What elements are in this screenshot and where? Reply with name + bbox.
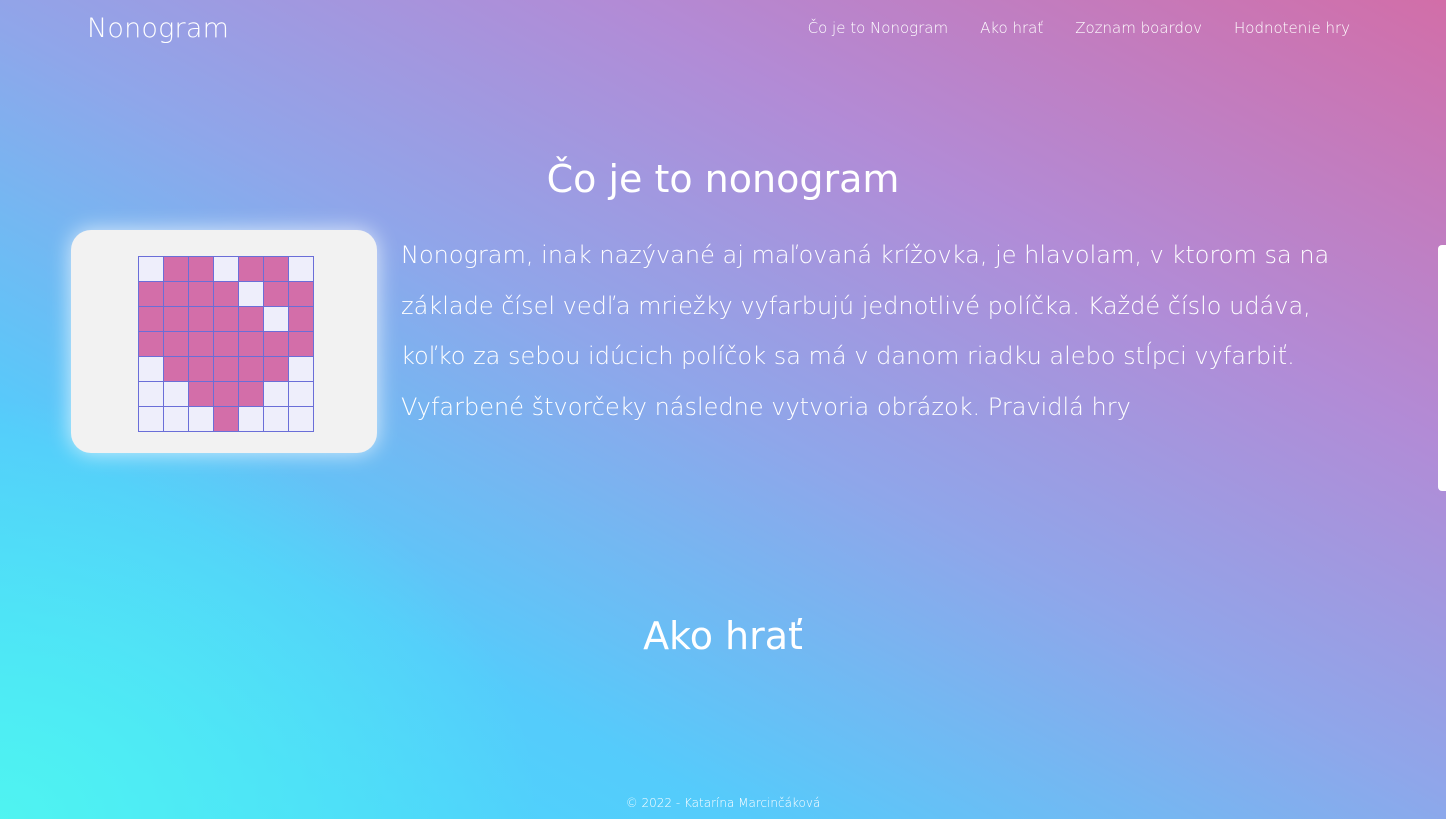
nonogram-cell-filled bbox=[264, 257, 289, 282]
nonogram-cell-filled bbox=[189, 282, 214, 307]
nonogram-cell-filled bbox=[164, 282, 189, 307]
intro-paragraph: Nonogram, inak nazývané aj maľovaná kríž… bbox=[401, 241, 1330, 421]
nonogram-cell-empty bbox=[264, 407, 289, 432]
nonogram-cell-filled bbox=[239, 357, 264, 382]
nonogram-cell-empty bbox=[289, 407, 314, 432]
nonogram-cell-empty bbox=[264, 307, 289, 332]
nonogram-cell-filled bbox=[164, 307, 189, 332]
nonogram-cell-filled bbox=[189, 332, 214, 357]
nonogram-cell-empty bbox=[289, 257, 314, 282]
nonogram-cell-filled bbox=[239, 307, 264, 332]
nonogram-cell-filled bbox=[264, 357, 289, 382]
nonogram-image-card bbox=[71, 230, 377, 453]
nonogram-cell-filled bbox=[189, 307, 214, 332]
nonogram-cell-empty bbox=[239, 282, 264, 307]
nonogram-cell-filled bbox=[214, 407, 239, 432]
nonogram-cell-empty bbox=[164, 382, 189, 407]
nav-link-game-rating[interactable]: Hodnotenie hry bbox=[1234, 19, 1350, 37]
nonogram-cell-filled bbox=[264, 282, 289, 307]
nonogram-cell-empty bbox=[164, 407, 189, 432]
nonogram-heart-image bbox=[138, 256, 314, 432]
nonogram-cell-empty bbox=[139, 357, 164, 382]
nonogram-cell-filled bbox=[239, 257, 264, 282]
nonogram-cell-empty bbox=[139, 257, 164, 282]
nonogram-cell-empty bbox=[189, 407, 214, 432]
nonogram-cell-filled bbox=[189, 382, 214, 407]
nonogram-cell-filled bbox=[189, 257, 214, 282]
nonogram-cell-filled bbox=[289, 282, 314, 307]
navbar: Nonogram Čo je to Nonogram Ako hrať Zozn… bbox=[0, 0, 1446, 60]
nonogram-cell-filled bbox=[289, 332, 314, 357]
nonogram-cell-filled bbox=[189, 357, 214, 382]
nonogram-cell-empty bbox=[289, 382, 314, 407]
nav-link-how-to-play[interactable]: Ako hrať bbox=[980, 19, 1043, 37]
nonogram-cell-filled bbox=[164, 257, 189, 282]
nonogram-cell-empty bbox=[139, 407, 164, 432]
brand-logo-link[interactable]: Nonogram bbox=[87, 13, 229, 44]
nonogram-cell-filled bbox=[164, 332, 189, 357]
nonogram-cell-filled bbox=[289, 307, 314, 332]
nav-link-what-is-nonogram[interactable]: Čo je to Nonogram bbox=[808, 19, 948, 37]
intro-section-title: Čo je to nonogram bbox=[546, 157, 900, 201]
footer-copyright: © 2022 - Katarína Marcinčáková bbox=[625, 796, 821, 810]
nonogram-cell-filled bbox=[214, 307, 239, 332]
nonogram-cell-filled bbox=[214, 382, 239, 407]
nonogram-cell-empty bbox=[264, 382, 289, 407]
nonogram-cell-filled bbox=[139, 332, 164, 357]
how-to-play-title: Ako hrať bbox=[643, 614, 803, 658]
nonogram-cell-filled bbox=[139, 282, 164, 307]
nonogram-cell-empty bbox=[289, 357, 314, 382]
nonogram-cell-empty bbox=[139, 382, 164, 407]
nonogram-cell-filled bbox=[214, 357, 239, 382]
nonogram-cell-filled bbox=[214, 282, 239, 307]
nonogram-cell-filled bbox=[214, 332, 239, 357]
nonogram-cell-empty bbox=[214, 257, 239, 282]
side-tab[interactable] bbox=[1438, 245, 1446, 491]
nonogram-cell-empty bbox=[239, 407, 264, 432]
nonogram-cell-filled bbox=[239, 332, 264, 357]
nonogram-cell-filled bbox=[164, 357, 189, 382]
nav-menu: Čo je to Nonogram Ako hrať Zoznam boardo… bbox=[808, 19, 1350, 37]
nonogram-cell-filled bbox=[264, 332, 289, 357]
nav-link-board-list[interactable]: Zoznam boardov bbox=[1075, 19, 1202, 37]
nonogram-cell-filled bbox=[139, 307, 164, 332]
nonogram-cell-filled bbox=[239, 382, 264, 407]
